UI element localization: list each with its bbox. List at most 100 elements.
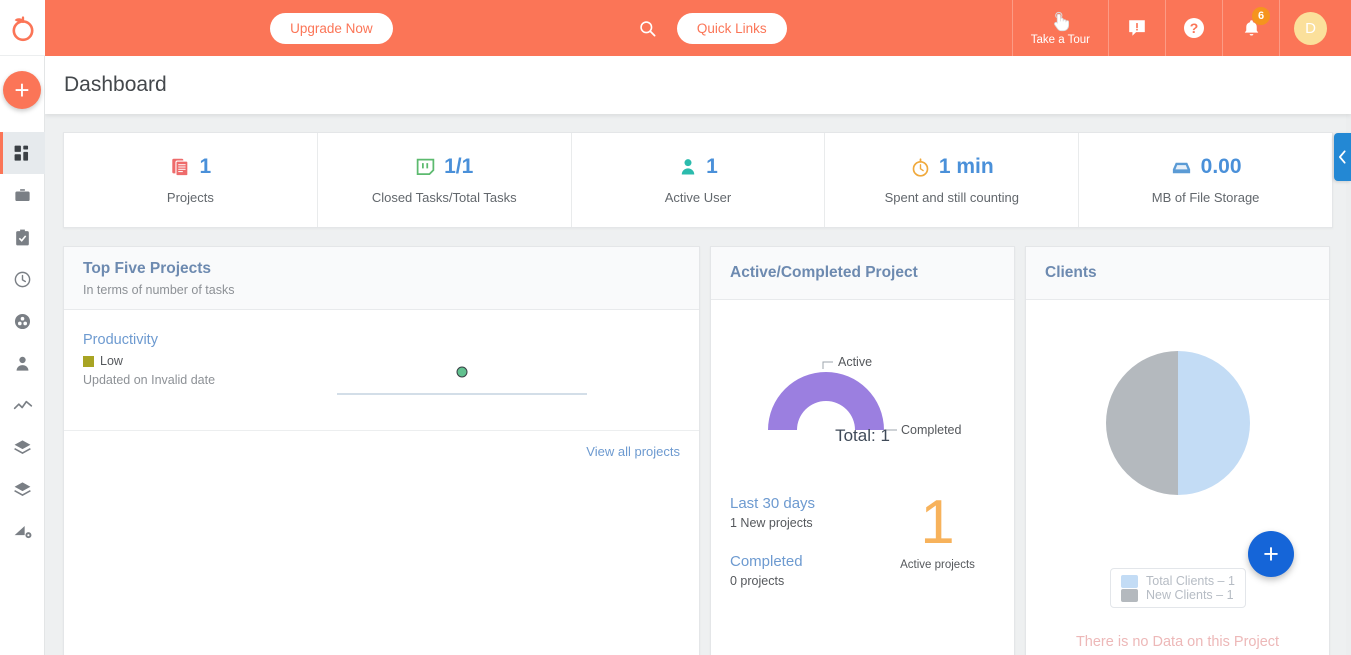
- clients-pie-chart: [1026, 348, 1329, 498]
- page-title: Dashboard: [64, 73, 167, 97]
- user-menu[interactable]: D: [1280, 0, 1341, 56]
- layers-icon: [13, 438, 32, 457]
- inbox-tray-icon: [1170, 156, 1193, 179]
- top-five-projects-card: Top Five Projects In terms of number of …: [63, 246, 700, 655]
- tomato-logo-icon: [9, 14, 37, 42]
- upgrade-now-button[interactable]: Upgrade Now: [270, 13, 393, 44]
- briefcase-icon: [13, 186, 32, 205]
- clients-body: Total Clients – 1 New Clients – 1 + Ther…: [1026, 300, 1329, 655]
- active-completed-donut-chart: Active Completed Total: 1: [711, 300, 1014, 475]
- clients-pie-svg: [1103, 348, 1253, 498]
- donut-svg: Active Completed: [711, 300, 1014, 475]
- active-completed-summary: Last 30 days 1 New projects Completed 0 …: [711, 475, 1014, 588]
- donut-slice-active: [768, 372, 884, 430]
- last-30-days-title[interactable]: Last 30 days: [730, 495, 880, 512]
- search-icon: [638, 19, 657, 38]
- sidebar-item-modules[interactable]: [0, 468, 45, 510]
- top-five-projects-body: Productivity Low Updated on Invalid date…: [64, 310, 699, 655]
- sidebar-item-dashboard[interactable]: [0, 132, 45, 174]
- person-icon: [13, 354, 32, 373]
- clients-legend: Total Clients – 1 New Clients – 1: [1110, 568, 1246, 608]
- stat-time-spent-label: Spent and still counting: [885, 190, 1019, 205]
- no-data-line-1: There is no Data on this Project: [1026, 633, 1329, 653]
- stat-active-user-value: 1: [706, 155, 718, 179]
- vertical-scrollbar[interactable]: [1346, 114, 1351, 655]
- line-chart-icon: [13, 395, 33, 415]
- announcement-button[interactable]: [1109, 0, 1165, 56]
- project-list-item: Productivity Low Updated on Invalid date: [64, 310, 699, 430]
- stat-closed-tasks-top: 1/1: [415, 155, 473, 179]
- stat-time-spent-value: 1 min: [939, 155, 994, 179]
- layers-stack-icon: [13, 480, 32, 499]
- sidebar-item-settings[interactable]: [0, 510, 45, 552]
- top-bar: Upgrade Now Quick Links Take a Tour ?: [45, 0, 1351, 56]
- legend-swatch-new-clients: [1121, 589, 1138, 602]
- active-completed-title: Active/Completed Project: [730, 264, 995, 282]
- clipboard-check-icon: [13, 228, 32, 247]
- active-projects-counter: 1 Active projects: [880, 495, 995, 588]
- take-a-tour-button[interactable]: Take a Tour: [1013, 0, 1108, 56]
- add-client-button[interactable]: +: [1248, 531, 1294, 577]
- stat-active-user-label: Active User: [665, 190, 731, 205]
- help-button[interactable]: ?: [1166, 0, 1222, 56]
- clients-card: Clients Total Clients – 1: [1025, 246, 1330, 655]
- sidebar-item-tasks[interactable]: [0, 216, 45, 258]
- stat-closed-tasks-label: Closed Tasks/Total Tasks: [372, 190, 517, 205]
- donut-label-active: Active: [838, 355, 872, 369]
- clock-icon: [13, 270, 32, 289]
- sidebar-item-projects[interactable]: [0, 174, 45, 216]
- view-all-projects-link[interactable]: View all projects: [586, 444, 680, 459]
- sidebar-item-clients[interactable]: [0, 342, 45, 384]
- search-button[interactable]: [618, 19, 677, 38]
- active-completed-header: Active/Completed Project: [711, 247, 1014, 300]
- quick-links-button[interactable]: Quick Links: [677, 13, 787, 44]
- cards-row: Top Five Projects In terms of number of …: [63, 246, 1333, 655]
- last-30-days-value: 1 New projects: [730, 516, 880, 530]
- stat-closed-tasks-value: 1/1: [444, 155, 473, 179]
- legend-swatch-total-clients: [1121, 575, 1138, 588]
- task-board-icon: [415, 157, 436, 178]
- sidebar-nav: [0, 132, 44, 552]
- notification-badge: 6: [1252, 7, 1270, 25]
- stat-active-user-top: 1: [678, 155, 718, 179]
- top-five-projects-header: Top Five Projects In terms of number of …: [64, 247, 699, 310]
- stat-projects: 1 Projects: [64, 133, 318, 227]
- donut-total-label: Total: 1: [711, 426, 1014, 446]
- sidebar-add-button[interactable]: +: [3, 71, 41, 109]
- sidebar-add-label: +: [14, 77, 29, 103]
- project-name-link[interactable]: Productivity: [83, 332, 680, 348]
- avatar[interactable]: D: [1294, 12, 1327, 45]
- stats-strip: 1 Projects 1/1 Closed Tasks/Total Tasks: [63, 132, 1333, 228]
- sidebar-item-teams[interactable]: [0, 300, 45, 342]
- stat-file-storage-top: 0.00: [1170, 155, 1242, 179]
- pointing-hand-cursor-icon: [1049, 11, 1071, 33]
- sidebar-item-layers[interactable]: [0, 426, 45, 468]
- pie-slice-new-clients: [1106, 351, 1178, 495]
- documents-icon: [170, 156, 192, 178]
- take-a-tour-label: Take a Tour: [1031, 34, 1090, 46]
- legend-item-new-clients: New Clients – 1: [1121, 588, 1235, 602]
- stopwatch-icon: [910, 157, 931, 178]
- no-data-message: There is no Data on this Project This is…: [1026, 633, 1329, 655]
- app-logo[interactable]: [0, 0, 45, 56]
- active-projects-number: 1: [920, 495, 954, 551]
- stat-time-spent-top: 1 min: [910, 155, 994, 179]
- stat-projects-value: 1: [200, 155, 212, 179]
- sidebar-item-timesheet[interactable]: [0, 258, 45, 300]
- pie-slice-total-clients: [1178, 351, 1250, 495]
- active-completed-summary-left: Last 30 days 1 New projects Completed 0 …: [730, 495, 880, 588]
- sidebar-item-reports[interactable]: [0, 384, 45, 426]
- stat-file-storage-label: MB of File Storage: [1152, 190, 1260, 205]
- chevron-left-icon: [1338, 150, 1347, 164]
- clients-header: Clients: [1026, 247, 1329, 300]
- chart-settings-icon: [13, 521, 33, 541]
- notifications-button[interactable]: 6: [1223, 0, 1279, 56]
- legend-label-total-clients: Total Clients – 1: [1146, 574, 1235, 588]
- users-circle-icon: [13, 312, 32, 331]
- collapse-panel-button[interactable]: [1334, 133, 1351, 181]
- stat-file-storage-value: 0.00: [1201, 155, 1242, 179]
- stat-active-user: 1 Active User: [572, 133, 826, 227]
- question-mark-circle-icon: ?: [1182, 16, 1206, 40]
- active-projects-caption: Active projects: [900, 559, 975, 571]
- completed-title[interactable]: Completed: [730, 553, 880, 570]
